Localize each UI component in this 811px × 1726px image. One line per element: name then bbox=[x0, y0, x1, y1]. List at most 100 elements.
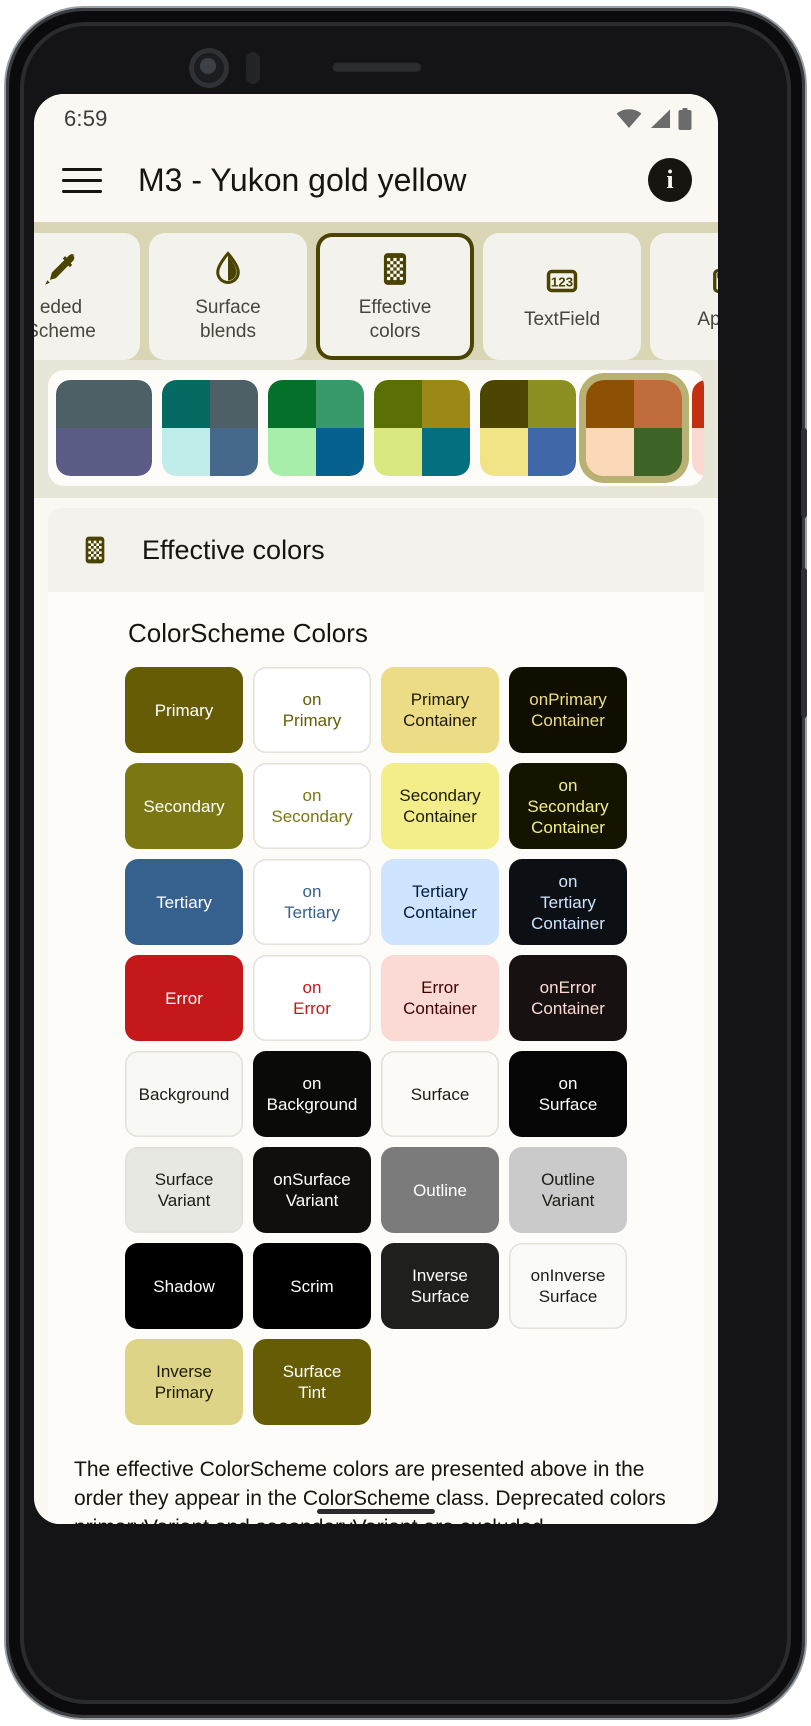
home-indicator[interactable] bbox=[317, 1509, 435, 1514]
color-chip[interactable]: Error Container bbox=[381, 955, 499, 1041]
color-chip-label: onPrimary Container bbox=[529, 690, 607, 730]
color-chip[interactable]: on Error bbox=[253, 955, 371, 1041]
color-chip[interactable]: Outline bbox=[381, 1147, 499, 1233]
color-chip[interactable]: Primary bbox=[125, 667, 243, 753]
tab-label: AppBar bbox=[697, 309, 718, 330]
theme-swatch-quadrant bbox=[586, 428, 634, 476]
card-header[interactable]: Effective colors bbox=[48, 508, 704, 592]
colorscheme-chip-grid: Primary on Primary Primary Container onPrimar… bbox=[48, 667, 704, 1439]
color-chip-label: Outline bbox=[413, 1180, 467, 1200]
cell-signal-icon bbox=[651, 109, 670, 128]
info-icon[interactable]: i bbox=[648, 158, 692, 202]
phone-screen: 6:59 M3 - Yukon gold yellow i eded cheme… bbox=[34, 94, 718, 1524]
theme-swatch-quadrant bbox=[692, 380, 704, 428]
theme-palette-list[interactable] bbox=[48, 370, 704, 486]
proximity-sensor-icon bbox=[246, 52, 260, 84]
tab-strip[interactable]: ededScheme Surfaceblends bbox=[34, 222, 718, 360]
color-chip-label: onInverse Surface bbox=[530, 1266, 606, 1306]
theme-swatch[interactable] bbox=[692, 380, 704, 476]
color-chip[interactable]: onSurface Variant bbox=[253, 1147, 371, 1233]
theme-swatch-quadrant bbox=[162, 428, 210, 476]
tab-appbar[interactable]: AppBar bbox=[650, 233, 718, 360]
earpiece-speaker bbox=[332, 61, 422, 72]
tab-label: ededScheme bbox=[34, 297, 96, 342]
color-chip[interactable]: Inverse Primary bbox=[125, 1339, 243, 1425]
theme-palette-section bbox=[34, 360, 718, 498]
checkerboard-icon bbox=[376, 249, 414, 289]
color-chip[interactable]: Background bbox=[125, 1051, 243, 1137]
theme-swatch-quadrant bbox=[692, 428, 704, 476]
color-chip-label: Error Container bbox=[403, 978, 477, 1018]
color-chip[interactable]: Scrim bbox=[253, 1243, 371, 1329]
color-chip-label: on Secondary bbox=[271, 786, 353, 826]
color-chip-label: on Background bbox=[266, 1074, 358, 1114]
hamburger-menu-icon[interactable] bbox=[62, 156, 110, 204]
theme-swatch-quadrant bbox=[422, 380, 470, 428]
color-chip[interactable]: on Tertiary Container bbox=[509, 859, 627, 945]
color-chip[interactable]: Error bbox=[125, 955, 243, 1041]
power-button[interactable] bbox=[801, 428, 807, 518]
volume-button[interactable] bbox=[801, 568, 807, 718]
color-chip[interactable]: on Background bbox=[253, 1051, 371, 1137]
color-chip[interactable]: onError Container bbox=[509, 955, 627, 1041]
color-chip-label: Primary bbox=[154, 700, 214, 720]
color-chip-label: Error bbox=[165, 988, 203, 1008]
color-chip-label: Surface Variant bbox=[154, 1170, 214, 1210]
status-bar: 6:59 bbox=[34, 94, 718, 138]
color-chip-label: Tertiary Container bbox=[403, 882, 477, 922]
theme-swatch[interactable] bbox=[268, 380, 364, 476]
status-bar-clock: 6:59 bbox=[64, 106, 108, 131]
color-chip[interactable]: Outline Variant bbox=[509, 1147, 627, 1233]
tab-surface-blends[interactable]: Surface blends bbox=[149, 233, 307, 360]
color-chip[interactable]: on Tertiary bbox=[253, 859, 371, 945]
tab-themed-scheme[interactable]: ededScheme bbox=[34, 233, 140, 360]
color-chip[interactable]: Secondary bbox=[125, 763, 243, 849]
theme-swatch-quadrant bbox=[162, 380, 210, 428]
theme-swatch-quadrant bbox=[316, 380, 364, 428]
color-chip-label: Outline Variant bbox=[541, 1170, 595, 1210]
color-chip[interactable]: Surface Tint bbox=[253, 1339, 371, 1425]
color-chip[interactable]: on Surface bbox=[509, 1051, 627, 1137]
theme-swatch[interactable] bbox=[480, 380, 576, 476]
color-chip[interactable]: onInverse Surface bbox=[509, 1243, 627, 1329]
color-chip-label: onSurface Variant bbox=[273, 1170, 351, 1210]
color-chip-label: onError Container bbox=[531, 978, 605, 1018]
color-chip-label: Surface Tint bbox=[282, 1362, 342, 1402]
color-chip[interactable]: Primary Container bbox=[381, 667, 499, 753]
theme-swatch-quadrant bbox=[374, 380, 422, 428]
tab-effective-colors[interactable]: Effective colors bbox=[316, 233, 474, 360]
color-chip-label: on Surface bbox=[538, 1074, 598, 1114]
color-chip-label: Secondary Container bbox=[399, 786, 481, 826]
color-chip[interactable]: on Secondary bbox=[253, 763, 371, 849]
theme-swatch[interactable] bbox=[374, 380, 470, 476]
tab-label: TextField bbox=[523, 309, 601, 330]
color-chip-label: Shadow bbox=[153, 1276, 215, 1296]
color-chip-label: on Secondary Container bbox=[527, 775, 609, 837]
color-chip[interactable]: Tertiary bbox=[125, 859, 243, 945]
front-camera-icon bbox=[189, 48, 229, 88]
color-chip[interactable]: Shadow bbox=[125, 1243, 243, 1329]
checkerboard-icon bbox=[78, 530, 112, 570]
theme-swatch[interactable] bbox=[162, 380, 258, 476]
123-icon: 123 bbox=[543, 261, 581, 301]
color-chip[interactable]: Inverse Surface bbox=[381, 1243, 499, 1329]
color-chip[interactable]: Tertiary Container bbox=[381, 859, 499, 945]
theme-swatch[interactable] bbox=[56, 380, 152, 476]
color-chip[interactable]: onPrimary Container bbox=[509, 667, 627, 753]
card-header-title: Effective colors bbox=[142, 534, 325, 565]
tab-label: Surface blends bbox=[195, 297, 261, 342]
color-chip-label: Secondary bbox=[143, 796, 225, 816]
theme-swatch-quadrant bbox=[480, 428, 528, 476]
theme-swatch-quadrant bbox=[528, 428, 576, 476]
color-chip-label: on Tertiary Container bbox=[531, 871, 605, 933]
color-chip[interactable]: on Secondary Container bbox=[509, 763, 627, 849]
color-chip[interactable]: on Primary bbox=[253, 667, 371, 753]
color-chip-label: Surface bbox=[410, 1084, 470, 1104]
color-chip[interactable]: Surface Variant bbox=[125, 1147, 243, 1233]
color-chip[interactable]: Surface bbox=[381, 1051, 499, 1137]
theme-swatch[interactable] bbox=[586, 380, 682, 476]
theme-swatch-quadrant bbox=[268, 428, 316, 476]
color-chip[interactable]: Secondary Container bbox=[381, 763, 499, 849]
tab-textfield[interactable]: 123 TextField bbox=[483, 233, 641, 360]
theme-swatch-quadrant bbox=[374, 428, 422, 476]
